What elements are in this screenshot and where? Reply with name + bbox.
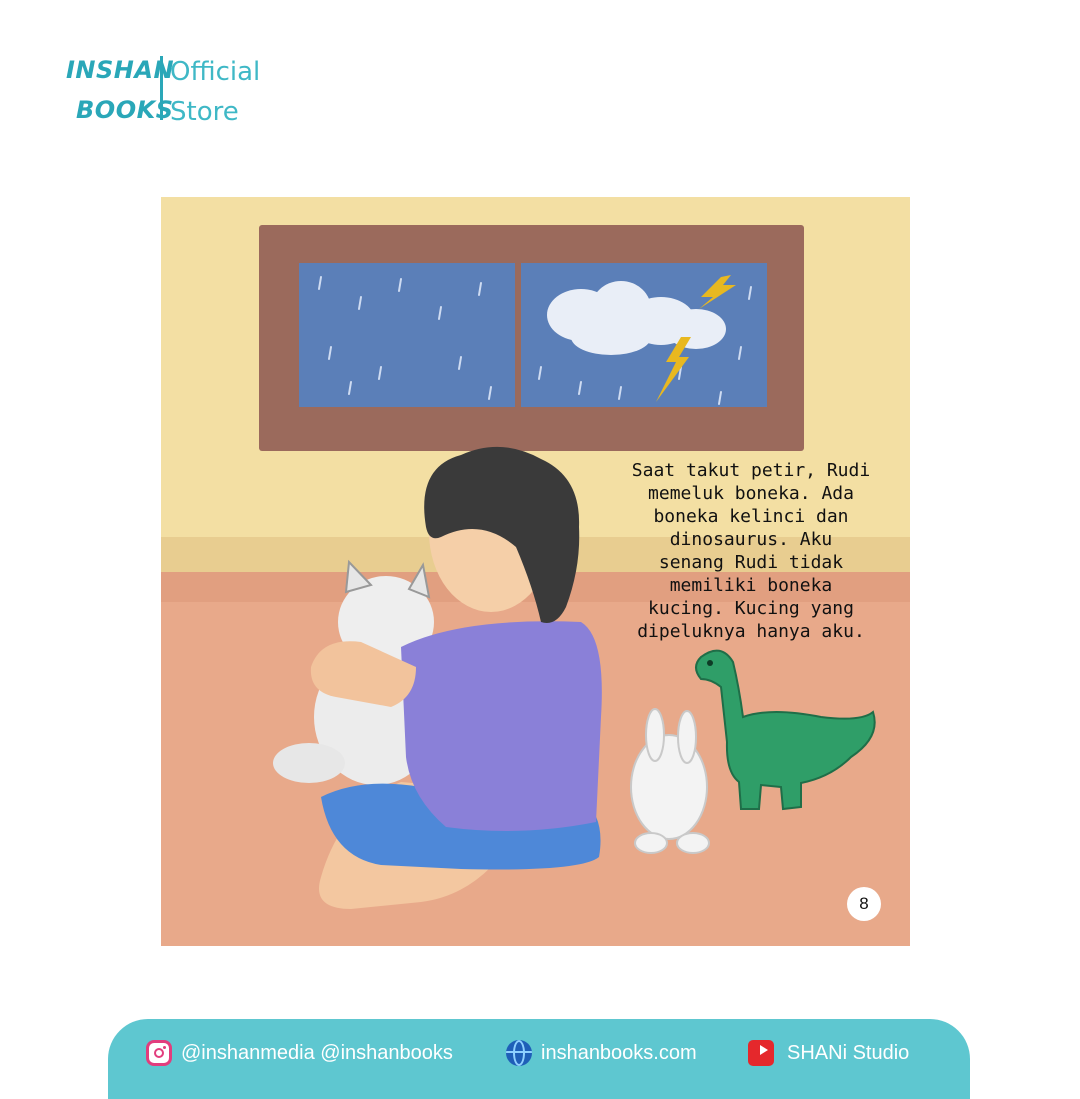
youtube-icon: [748, 1040, 774, 1066]
page-number-badge: 8: [847, 887, 881, 921]
instagram-handles: @inshanmedia @inshanbooks: [181, 1041, 453, 1064]
instagram-icon: [146, 1040, 172, 1066]
story-text: Saat takut petir, Rudi memeluk boneka. A…: [631, 460, 871, 642]
brand-tagline: Official Store: [170, 52, 260, 132]
window: [259, 225, 804, 451]
boy-shirt: [401, 621, 602, 831]
footer-instagram[interactable]: @inshanmedia @inshanbooks: [146, 1039, 453, 1067]
story-page: Saat takut petir, Rudi memeluk boneka. A…: [161, 197, 910, 946]
brand-divider: [160, 56, 163, 120]
footer-bar: @inshanmedia @inshanbooks inshanbooks.co…: [108, 1019, 970, 1099]
footer-website[interactable]: inshanbooks.com: [506, 1039, 697, 1067]
brand-name-line1: INSHAN: [66, 56, 175, 84]
globe-icon: [506, 1040, 532, 1066]
brand-name-line2: BOOKS: [76, 96, 174, 124]
footer-youtube[interactable]: SHANi Studio: [748, 1039, 909, 1067]
youtube-channel: SHANi Studio: [787, 1041, 910, 1064]
website-url: inshanbooks.com: [541, 1041, 697, 1064]
brand-tagline-line2: Store: [170, 97, 239, 127]
brand-tagline-line1: Official: [170, 57, 261, 87]
window-pane-left: [299, 263, 515, 407]
